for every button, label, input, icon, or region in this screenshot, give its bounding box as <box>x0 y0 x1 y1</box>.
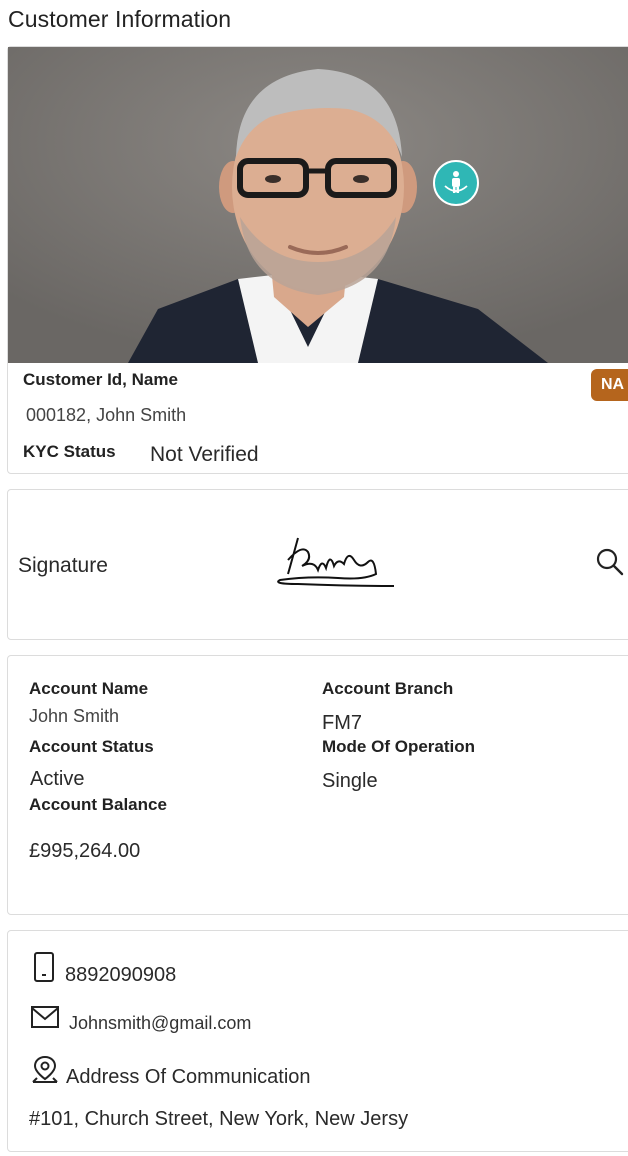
account-status-value: Active <box>30 768 85 790</box>
mail-icon <box>31 1006 59 1028</box>
mode-of-operation-label: Mode Of Operation <box>322 737 475 756</box>
account-name-label: Account Name <box>29 679 149 698</box>
kyc-status-value: Not Verified <box>150 443 259 466</box>
address-label: Address Of Communication <box>66 1066 311 1088</box>
location-pin-icon <box>32 1055 58 1083</box>
email-address[interactable]: Johnsmith@gmail.com <box>69 1013 251 1034</box>
account-branch-label: Account Branch <box>322 679 454 698</box>
signature-image <box>277 537 395 587</box>
search-icon[interactable] <box>596 548 624 576</box>
account-branch-value: FM7 <box>322 712 362 734</box>
status-badge: NA <box>591 369 628 401</box>
rotate-view-button[interactable] <box>433 160 479 206</box>
customer-id-name-label: Customer Id, Name <box>23 370 178 389</box>
account-balance-label: Account Balance <box>29 795 167 814</box>
address-value: #101, Church Street, New York, New Jersy <box>29 1108 409 1130</box>
account-balance-value: £995,264.00 <box>29 840 141 862</box>
phone-number: 8892090908 <box>65 964 177 986</box>
customer-photo <box>8 47 628 363</box>
account-name-value: John Smith <box>29 706 120 726</box>
mode-of-operation-value: Single <box>322 770 378 792</box>
mobile-phone-icon <box>34 952 54 982</box>
kyc-status-label: KYC Status <box>23 442 116 461</box>
signature-label: Signature <box>18 554 108 577</box>
customer-id-name-value: 000182, John Smith <box>26 405 187 425</box>
account-status-label: Account Status <box>29 737 154 756</box>
person-rotate-icon <box>444 171 468 193</box>
page-title: Customer Information <box>8 6 232 32</box>
